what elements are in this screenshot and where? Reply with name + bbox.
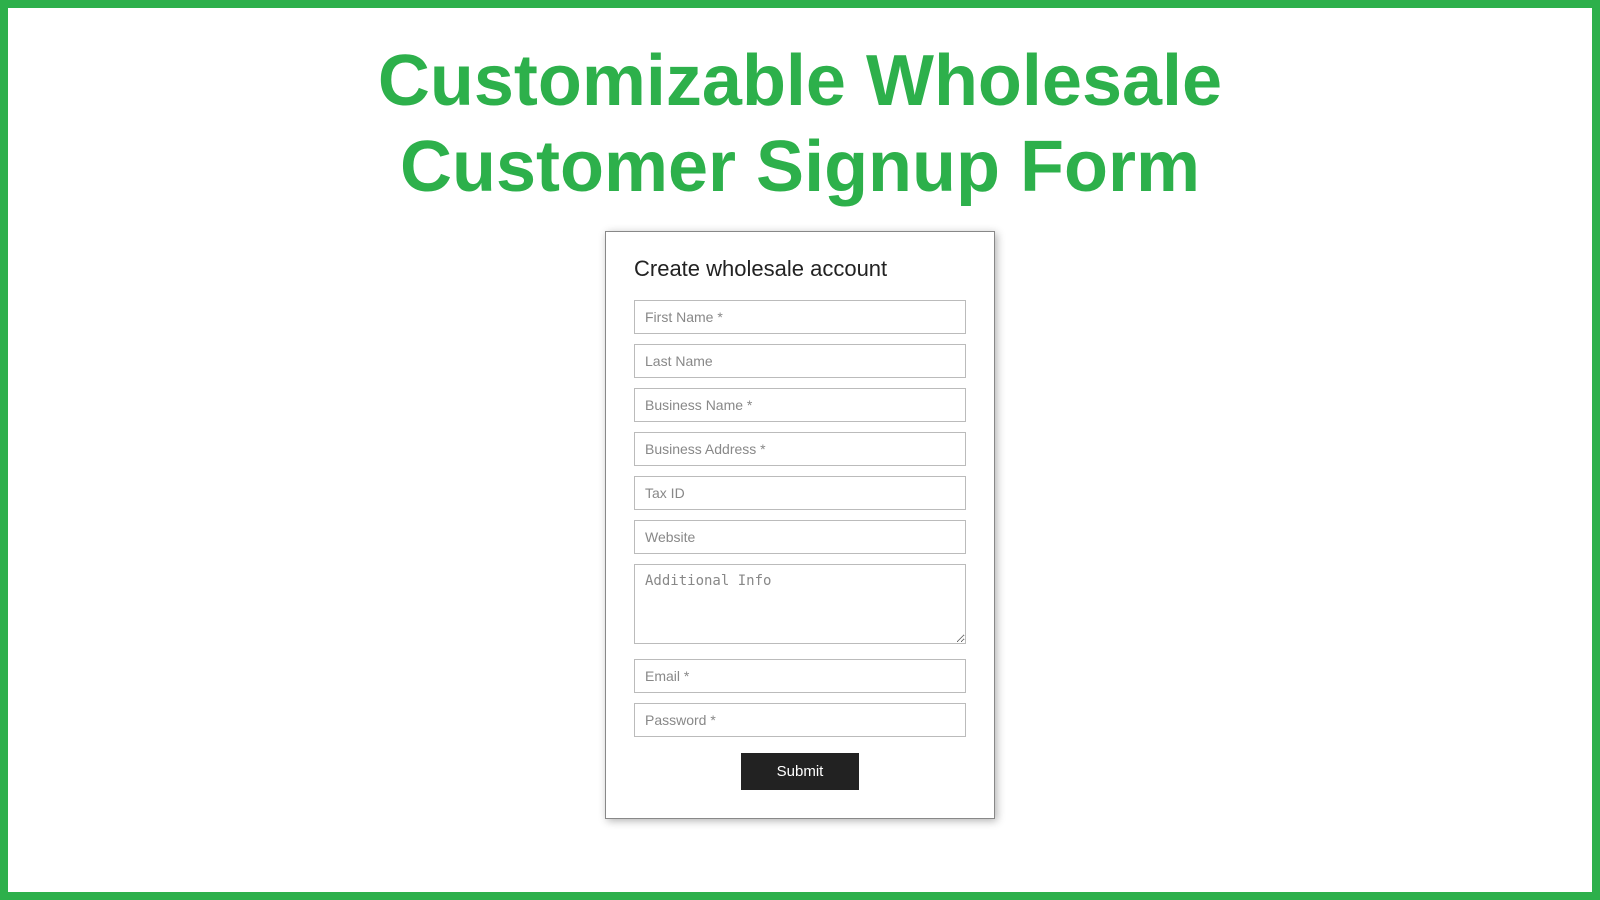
additional-info-group bbox=[634, 564, 966, 649]
business-address-group bbox=[634, 432, 966, 466]
email-group bbox=[634, 659, 966, 693]
additional-info-input[interactable] bbox=[634, 564, 966, 644]
last-name-group bbox=[634, 344, 966, 378]
last-name-input[interactable] bbox=[634, 344, 966, 378]
business-name-group bbox=[634, 388, 966, 422]
page-title: Customizable Wholesale Customer Signup F… bbox=[378, 38, 1222, 211]
form-heading: Create wholesale account bbox=[634, 256, 966, 282]
form-card: Create wholesale account Submit bbox=[605, 231, 995, 819]
website-group bbox=[634, 520, 966, 554]
submit-button[interactable]: Submit bbox=[741, 753, 860, 790]
business-name-input[interactable] bbox=[634, 388, 966, 422]
password-input[interactable] bbox=[634, 703, 966, 737]
tax-id-input[interactable] bbox=[634, 476, 966, 510]
first-name-group bbox=[634, 300, 966, 334]
tax-id-group bbox=[634, 476, 966, 510]
email-input[interactable] bbox=[634, 659, 966, 693]
password-group bbox=[634, 703, 966, 737]
website-input[interactable] bbox=[634, 520, 966, 554]
business-address-input[interactable] bbox=[634, 432, 966, 466]
first-name-input[interactable] bbox=[634, 300, 966, 334]
